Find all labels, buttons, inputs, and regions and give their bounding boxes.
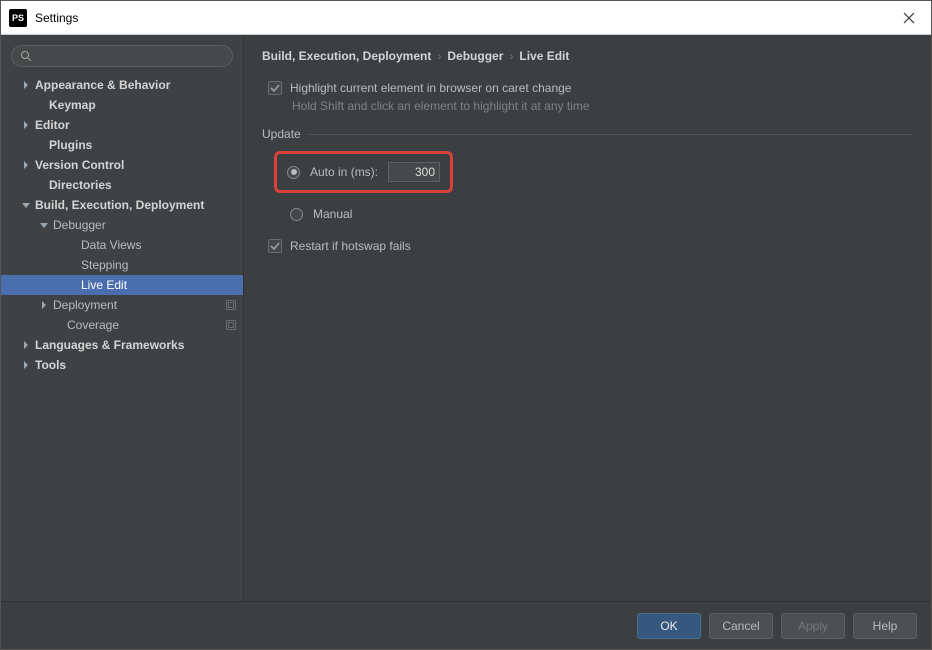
chevron-right-icon[interactable] [21,120,31,130]
tree-item[interactable]: Plugins [1,135,243,155]
scope-icon [225,319,237,331]
tree-item-label: Deployment [53,298,117,312]
breadcrumb-part: Debugger [447,49,503,63]
app-icon: PS [9,9,27,27]
tree-item-label: Coverage [67,318,119,332]
tree-item-label: Build, Execution, Deployment [35,198,204,212]
tree-arrow-placeholder [53,320,63,330]
auto-radio[interactable] [287,166,300,179]
update-group-label: Update [262,127,301,141]
tree-item[interactable]: Languages & Frameworks [1,335,243,355]
tree-item-label: Keymap [49,98,96,112]
content-panel: Build, Execution, Deployment › Debugger … [244,35,931,601]
settings-tree[interactable]: Appearance & Behavior Keymap Editor Plugins… [1,73,243,601]
tree-item-label: Appearance & Behavior [35,78,170,92]
manual-radio-row[interactable]: Manual [290,207,913,221]
checkbox-checked-icon[interactable] [268,81,282,95]
tree-item-label: Editor [35,118,70,132]
tree-item-label: Tools [35,358,66,372]
ok-button[interactable]: OK [637,613,701,639]
chevron-right-icon: › [437,49,441,63]
dialog-footer: OK Cancel Apply Help [1,601,931,649]
chevron-right-icon[interactable] [21,160,31,170]
tree-item[interactable]: Appearance & Behavior [1,75,243,95]
search-input[interactable] [36,49,224,63]
auto-radio-label: Auto in (ms): [310,165,378,179]
tree-item[interactable]: Data Views [1,235,243,255]
chevron-right-icon[interactable] [21,340,31,350]
update-group: Update Auto in (ms): Manual [262,127,913,221]
highlight-checkbox-label: Highlight current element in browser on … [290,81,571,95]
titlebar: PS Settings [1,1,931,35]
chevron-right-icon[interactable] [21,360,31,370]
search-icon [20,50,32,62]
tree-item[interactable]: Coverage [1,315,243,335]
tree-item-label: Debugger [53,218,106,232]
chevron-down-icon[interactable] [21,200,31,210]
tree-arrow-placeholder [67,280,77,290]
manual-radio[interactable] [290,208,303,221]
window-title: Settings [35,11,895,25]
tree-arrow-placeholder [35,100,45,110]
scope-icon [225,299,237,311]
tree-item[interactable]: Live Edit [1,275,243,295]
search-field[interactable] [11,45,233,67]
cancel-button[interactable]: Cancel [709,613,773,639]
content-body: Highlight current element in browser on … [244,73,931,601]
manual-radio-label: Manual [313,207,352,221]
chevron-right-icon[interactable] [21,80,31,90]
dialog-body: Appearance & Behavior Keymap Editor Plugins… [1,35,931,601]
chevron-down-icon[interactable] [39,220,49,230]
close-button[interactable] [895,4,923,32]
auto-update-highlight: Auto in (ms): [274,151,453,193]
chevron-right-icon[interactable] [39,300,49,310]
breadcrumb-part: Build, Execution, Deployment [262,49,431,63]
tree-item-label: Stepping [81,258,128,272]
auto-ms-input[interactable] [388,162,440,182]
breadcrumb: Build, Execution, Deployment › Debugger … [244,35,931,73]
help-button[interactable]: Help [853,613,917,639]
tree-item-label: Directories [49,178,112,192]
tree-item[interactable]: Directories [1,175,243,195]
tree-item-label: Version Control [35,158,124,172]
tree-item[interactable]: Debugger [1,215,243,235]
tree-item-label: Live Edit [81,278,127,292]
tree-item[interactable]: Stepping [1,255,243,275]
tree-item-label: Languages & Frameworks [35,338,184,352]
close-icon [903,12,915,24]
tree-item-label: Data Views [81,238,141,252]
apply-button[interactable]: Apply [781,613,845,639]
tree-arrow-placeholder [67,260,77,270]
tree-item[interactable]: Deployment [1,295,243,315]
settings-dialog: PS Settings Appearance & Behavior Keymap E… [0,0,932,650]
restart-checkbox-label: Restart if hotswap fails [290,239,411,253]
highlight-hint: Hold Shift and click an element to highl… [292,99,913,113]
tree-arrow-placeholder [67,240,77,250]
tree-item[interactable]: Build, Execution, Deployment [1,195,243,215]
restart-checkbox-row[interactable]: Restart if hotswap fails [268,239,913,253]
highlight-checkbox-row[interactable]: Highlight current element in browser on … [268,81,913,95]
tree-arrow-placeholder [35,180,45,190]
tree-item[interactable]: Editor [1,115,243,135]
sidebar: Appearance & Behavior Keymap Editor Plugins… [1,35,244,601]
chevron-right-icon: › [509,49,513,63]
tree-item[interactable]: Version Control [1,155,243,175]
tree-arrow-placeholder [35,140,45,150]
separator [309,134,913,135]
checkbox-checked-icon[interactable] [268,239,282,253]
tree-item-label: Plugins [49,138,92,152]
tree-item[interactable]: Tools [1,355,243,375]
tree-item[interactable]: Keymap [1,95,243,115]
breadcrumb-part: Live Edit [519,49,569,63]
